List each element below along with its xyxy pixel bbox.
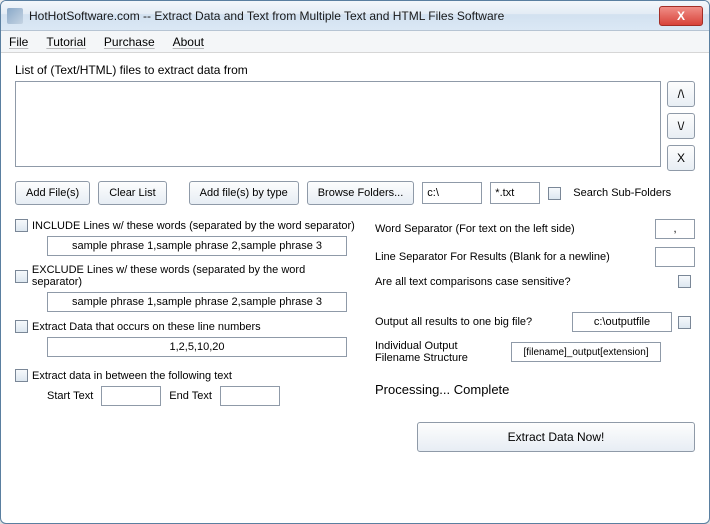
file-list-box[interactable] — [15, 81, 661, 167]
exclude-words-input[interactable] — [47, 292, 347, 312]
case-sensitive-checkbox[interactable] — [678, 275, 691, 288]
clear-list-button[interactable]: Clear List — [98, 181, 166, 205]
exclude-checkbox[interactable] — [15, 270, 28, 283]
line-separator-label: Line Separator For Results (Blank for a … — [375, 251, 649, 263]
add-files-button[interactable]: Add File(s) — [15, 181, 90, 205]
folder-path-input[interactable] — [422, 182, 482, 204]
menu-about[interactable]: About — [173, 35, 204, 49]
include-label: INCLUDE Lines w/ these words (separated … — [32, 220, 355, 232]
search-subfolders-checkbox[interactable] — [548, 187, 561, 200]
linenums-checkbox[interactable] — [15, 320, 28, 333]
app-icon — [7, 8, 23, 24]
line-separator-input[interactable] — [655, 247, 695, 267]
end-text-label: End Text — [169, 390, 212, 402]
word-separator-input[interactable] — [655, 219, 695, 239]
browse-folders-button[interactable]: Browse Folders... — [307, 181, 415, 205]
remove-item-button[interactable]: X — [667, 145, 695, 171]
extract-data-button[interactable]: Extract Data Now! — [417, 422, 695, 452]
output-one-file-checkbox[interactable] — [678, 316, 691, 329]
between-checkbox[interactable] — [15, 369, 28, 382]
titlebar: HotHotSoftware.com -- Extract Data and T… — [1, 1, 709, 31]
menu-file[interactable]: File — [9, 35, 28, 49]
word-separator-label: Word Separator (For text on the left sid… — [375, 223, 649, 235]
exclude-label: EXCLUDE Lines w/ these words (separated … — [32, 264, 355, 288]
menu-purchase[interactable]: Purchase — [104, 35, 155, 49]
status-text: Processing... Complete — [375, 382, 695, 397]
add-by-type-button[interactable]: Add file(s) by type — [189, 181, 299, 205]
close-button[interactable]: X — [659, 6, 703, 26]
filename-structure-label: Individual Output Filename Structure — [375, 340, 505, 364]
linenums-label: Extract Data that occurs on these line n… — [32, 321, 261, 333]
menu-tutorial[interactable]: Tutorial — [46, 35, 86, 49]
search-subfolders-label: Search Sub-Folders — [573, 187, 671, 199]
menubar: File Tutorial Purchase About — [1, 31, 709, 53]
start-text-label: Start Text — [47, 390, 93, 402]
filename-structure-input[interactable] — [511, 342, 661, 362]
between-label: Extract data in between the following te… — [32, 370, 232, 382]
move-down-button[interactable]: \/ — [667, 113, 695, 139]
output-one-file-label: Output all results to one big file? — [375, 316, 566, 328]
toolbar-row: Add File(s) Clear List Add file(s) by ty… — [15, 181, 695, 205]
linenums-input[interactable] — [47, 337, 347, 357]
output-file-path-input[interactable] — [572, 312, 672, 332]
left-column: INCLUDE Lines w/ these words (separated … — [15, 219, 355, 406]
main-window: HotHotSoftware.com -- Extract Data and T… — [0, 0, 710, 524]
right-column: Word Separator (For text on the left sid… — [375, 219, 695, 406]
case-sensitive-label: Are all text comparisons case sensitive? — [375, 276, 672, 288]
list-side-buttons: /\ \/ X — [667, 81, 695, 171]
start-text-input[interactable] — [101, 386, 161, 406]
move-up-button[interactable]: /\ — [667, 81, 695, 107]
include-checkbox[interactable] — [15, 219, 28, 232]
window-title: HotHotSoftware.com -- Extract Data and T… — [29, 9, 659, 23]
include-words-input[interactable] — [47, 236, 347, 256]
file-ext-input[interactable] — [490, 182, 540, 204]
file-list-label: List of (Text/HTML) files to extract dat… — [15, 63, 695, 77]
client-area: List of (Text/HTML) files to extract dat… — [1, 53, 709, 523]
end-text-input[interactable] — [220, 386, 280, 406]
